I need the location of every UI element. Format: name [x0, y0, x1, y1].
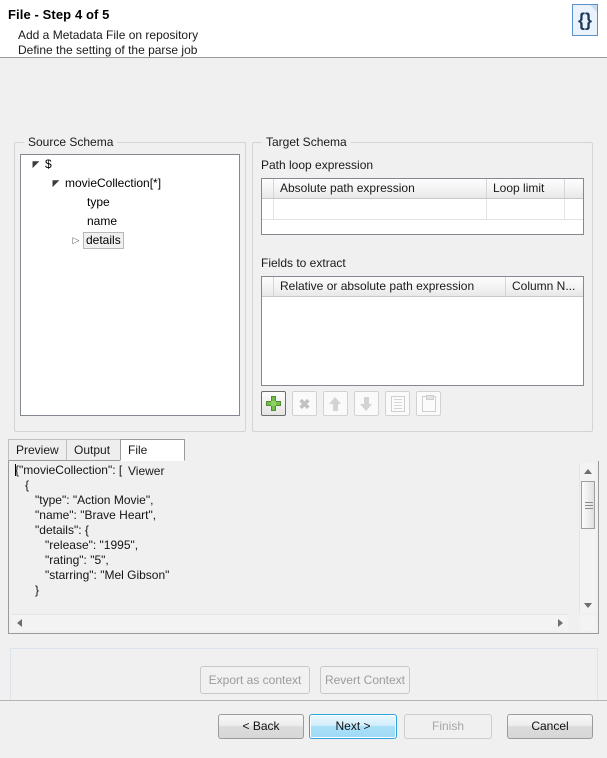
wizard-header: File - Step 4 of 5 Add a Metadata File o… — [0, 0, 607, 58]
fields-to-extract-label: Fields to extract — [261, 256, 346, 270]
paste-icon — [417, 392, 440, 415]
code-line-text: {"movieCollection": [ — [15, 463, 123, 477]
table-header-row: Relative or absolute path expression Col… — [262, 277, 583, 297]
code-line: { — [15, 478, 30, 492]
tab-output[interactable]: Output — [66, 439, 121, 461]
tree-node-label: type — [87, 195, 110, 209]
column-header-column-name[interactable]: Column N... — [506, 277, 583, 296]
code-line: } — [15, 583, 40, 597]
page-title-main: File — [8, 7, 31, 22]
source-schema-title: Source Schema — [24, 135, 118, 149]
header-subtitle-line2: Define the setting of the parse job — [18, 43, 198, 57]
finish-button[interactable]: Finish — [404, 714, 492, 739]
table-row[interactable] — [262, 199, 583, 220]
plus-icon — [262, 392, 285, 415]
page-title-step: Step 4 of 5 — [42, 7, 110, 22]
tree-node-name[interactable]: name — [21, 212, 239, 231]
cell-loop-limit[interactable] — [487, 199, 565, 219]
cancel-button[interactable]: Cancel — [507, 714, 593, 739]
path-loop-expression-label: Path loop expression — [261, 158, 374, 172]
move-up-button[interactable] — [323, 391, 348, 416]
tree-node-type[interactable]: type — [21, 193, 239, 212]
triangle-right-icon — [557, 619, 563, 627]
arrow-down-icon — [355, 392, 378, 415]
tree-node-label: name — [87, 214, 118, 228]
path-loop-expression-table[interactable]: Absolute path expression Loop limit — [261, 178, 584, 235]
triangle-left-icon — [16, 619, 22, 627]
source-schema-tree[interactable]: ◤ $ ◤ movieCollection[*] type name ▷ detail… — [20, 154, 240, 416]
cell-index — [262, 199, 274, 219]
move-down-button[interactable] — [354, 391, 379, 416]
code-line: "rating": "5", — [15, 553, 109, 567]
vertical-scrollbar-thumb[interactable] — [581, 481, 595, 529]
scroll-right-button[interactable] — [552, 615, 568, 631]
triangle-down-icon — [584, 602, 592, 608]
add-button[interactable] — [261, 391, 286, 416]
cell-spacer — [565, 199, 583, 219]
scroll-up-button[interactable] — [580, 463, 596, 479]
next-button[interactable]: Next > — [309, 714, 397, 739]
scroll-left-button[interactable] — [11, 615, 27, 631]
tab-preview[interactable]: Preview — [8, 439, 67, 461]
wizard-footer: < Back Next > Finish Cancel — [0, 700, 607, 758]
scroll-down-button[interactable] — [580, 597, 596, 613]
paste-button[interactable] — [416, 391, 441, 416]
header-subtitle-line1: Add a Metadata File on repository — [18, 28, 199, 42]
code-line: "details": { — [15, 523, 89, 537]
target-schema-group: Target Schema Path loop expression Absol… — [252, 135, 593, 432]
page-title-sep: - — [30, 7, 43, 22]
column-header-index[interactable] — [262, 277, 274, 296]
file-viewer-body: {"movieCollection": [ { "type": "Action … — [8, 461, 599, 634]
back-button[interactable]: < Back — [218, 714, 304, 739]
tree-node-label: $ — [45, 157, 52, 171]
revert-context-button[interactable]: Revert Context — [320, 666, 410, 694]
column-header-spacer[interactable] — [565, 179, 583, 198]
code-line: "release": "1995", — [15, 538, 139, 552]
twisty-expanded-icon[interactable]: ◤ — [29, 155, 43, 174]
tree-node-label: movieCollection[*] — [65, 176, 162, 190]
twisty-expanded-icon[interactable]: ◤ — [49, 174, 63, 193]
fields-toolbar: ✖ — [261, 391, 441, 416]
copy-button[interactable] — [385, 391, 410, 416]
scrollbar-corner — [580, 615, 596, 631]
json-file-icon: {} — [569, 3, 601, 37]
column-header-relative-or-absolute-path-expression[interactable]: Relative or absolute path expression — [274, 277, 506, 296]
cell-absolute-path-expression[interactable] — [274, 199, 487, 219]
tree-node-label: details — [83, 232, 124, 249]
curly-braces-icon: {} — [577, 10, 592, 30]
column-header-index[interactable] — [262, 179, 274, 198]
column-header-absolute-path-expression[interactable]: Absolute path expression — [274, 179, 487, 198]
page-title: File - Step 4 of 5 — [8, 7, 110, 22]
column-header-loop-limit[interactable]: Loop limit — [487, 179, 565, 198]
code-line: "starring": "Mel Gibson" — [15, 568, 170, 582]
twisty-collapsed-icon[interactable]: ▷ — [69, 231, 83, 250]
vertical-scrollbar[interactable] — [579, 463, 596, 613]
code-line: "type": "Action Movie", — [15, 493, 154, 507]
tree-node-root[interactable]: ◤ $ — [21, 155, 239, 174]
arrow-up-icon — [324, 392, 347, 415]
code-line: "name": "Brave Heart", — [15, 508, 157, 522]
triangle-up-icon — [584, 468, 592, 474]
delete-button[interactable]: ✖ — [292, 391, 317, 416]
code-line: {"movieCollection": [ — [11, 463, 568, 478]
table-header-row: Absolute path expression Loop limit — [262, 179, 583, 199]
target-schema-title: Target Schema — [262, 135, 351, 149]
horizontal-scrollbar[interactable] — [11, 614, 568, 631]
close-x-icon: ✖ — [298, 395, 311, 412]
tree-node-moviecollection[interactable]: ◤ movieCollection[*] — [21, 174, 239, 193]
tree-node-details[interactable]: ▷ details — [21, 231, 239, 250]
source-schema-group: Source Schema ◤ $ ◤ movieCollection[*] typ… — [14, 135, 246, 432]
file-viewer-text[interactable]: {"movieCollection": [ { "type": "Action … — [11, 463, 568, 613]
fields-to-extract-table[interactable]: Relative or absolute path expression Col… — [261, 276, 584, 386]
tab-file-viewer[interactable]: File Viewer — [120, 439, 185, 478]
viewer-panel: Preview Output File Viewer {"movieCollec… — [8, 439, 599, 634]
viewer-tab-strip: Preview Output File Viewer — [8, 439, 599, 478]
export-as-context-button[interactable]: Export as context — [200, 666, 310, 694]
wizard-body: Source Schema ◤ $ ◤ movieCollection[*] typ… — [0, 58, 607, 758]
copy-icon — [386, 392, 409, 415]
scrollbar-grip-icon — [585, 502, 593, 503]
